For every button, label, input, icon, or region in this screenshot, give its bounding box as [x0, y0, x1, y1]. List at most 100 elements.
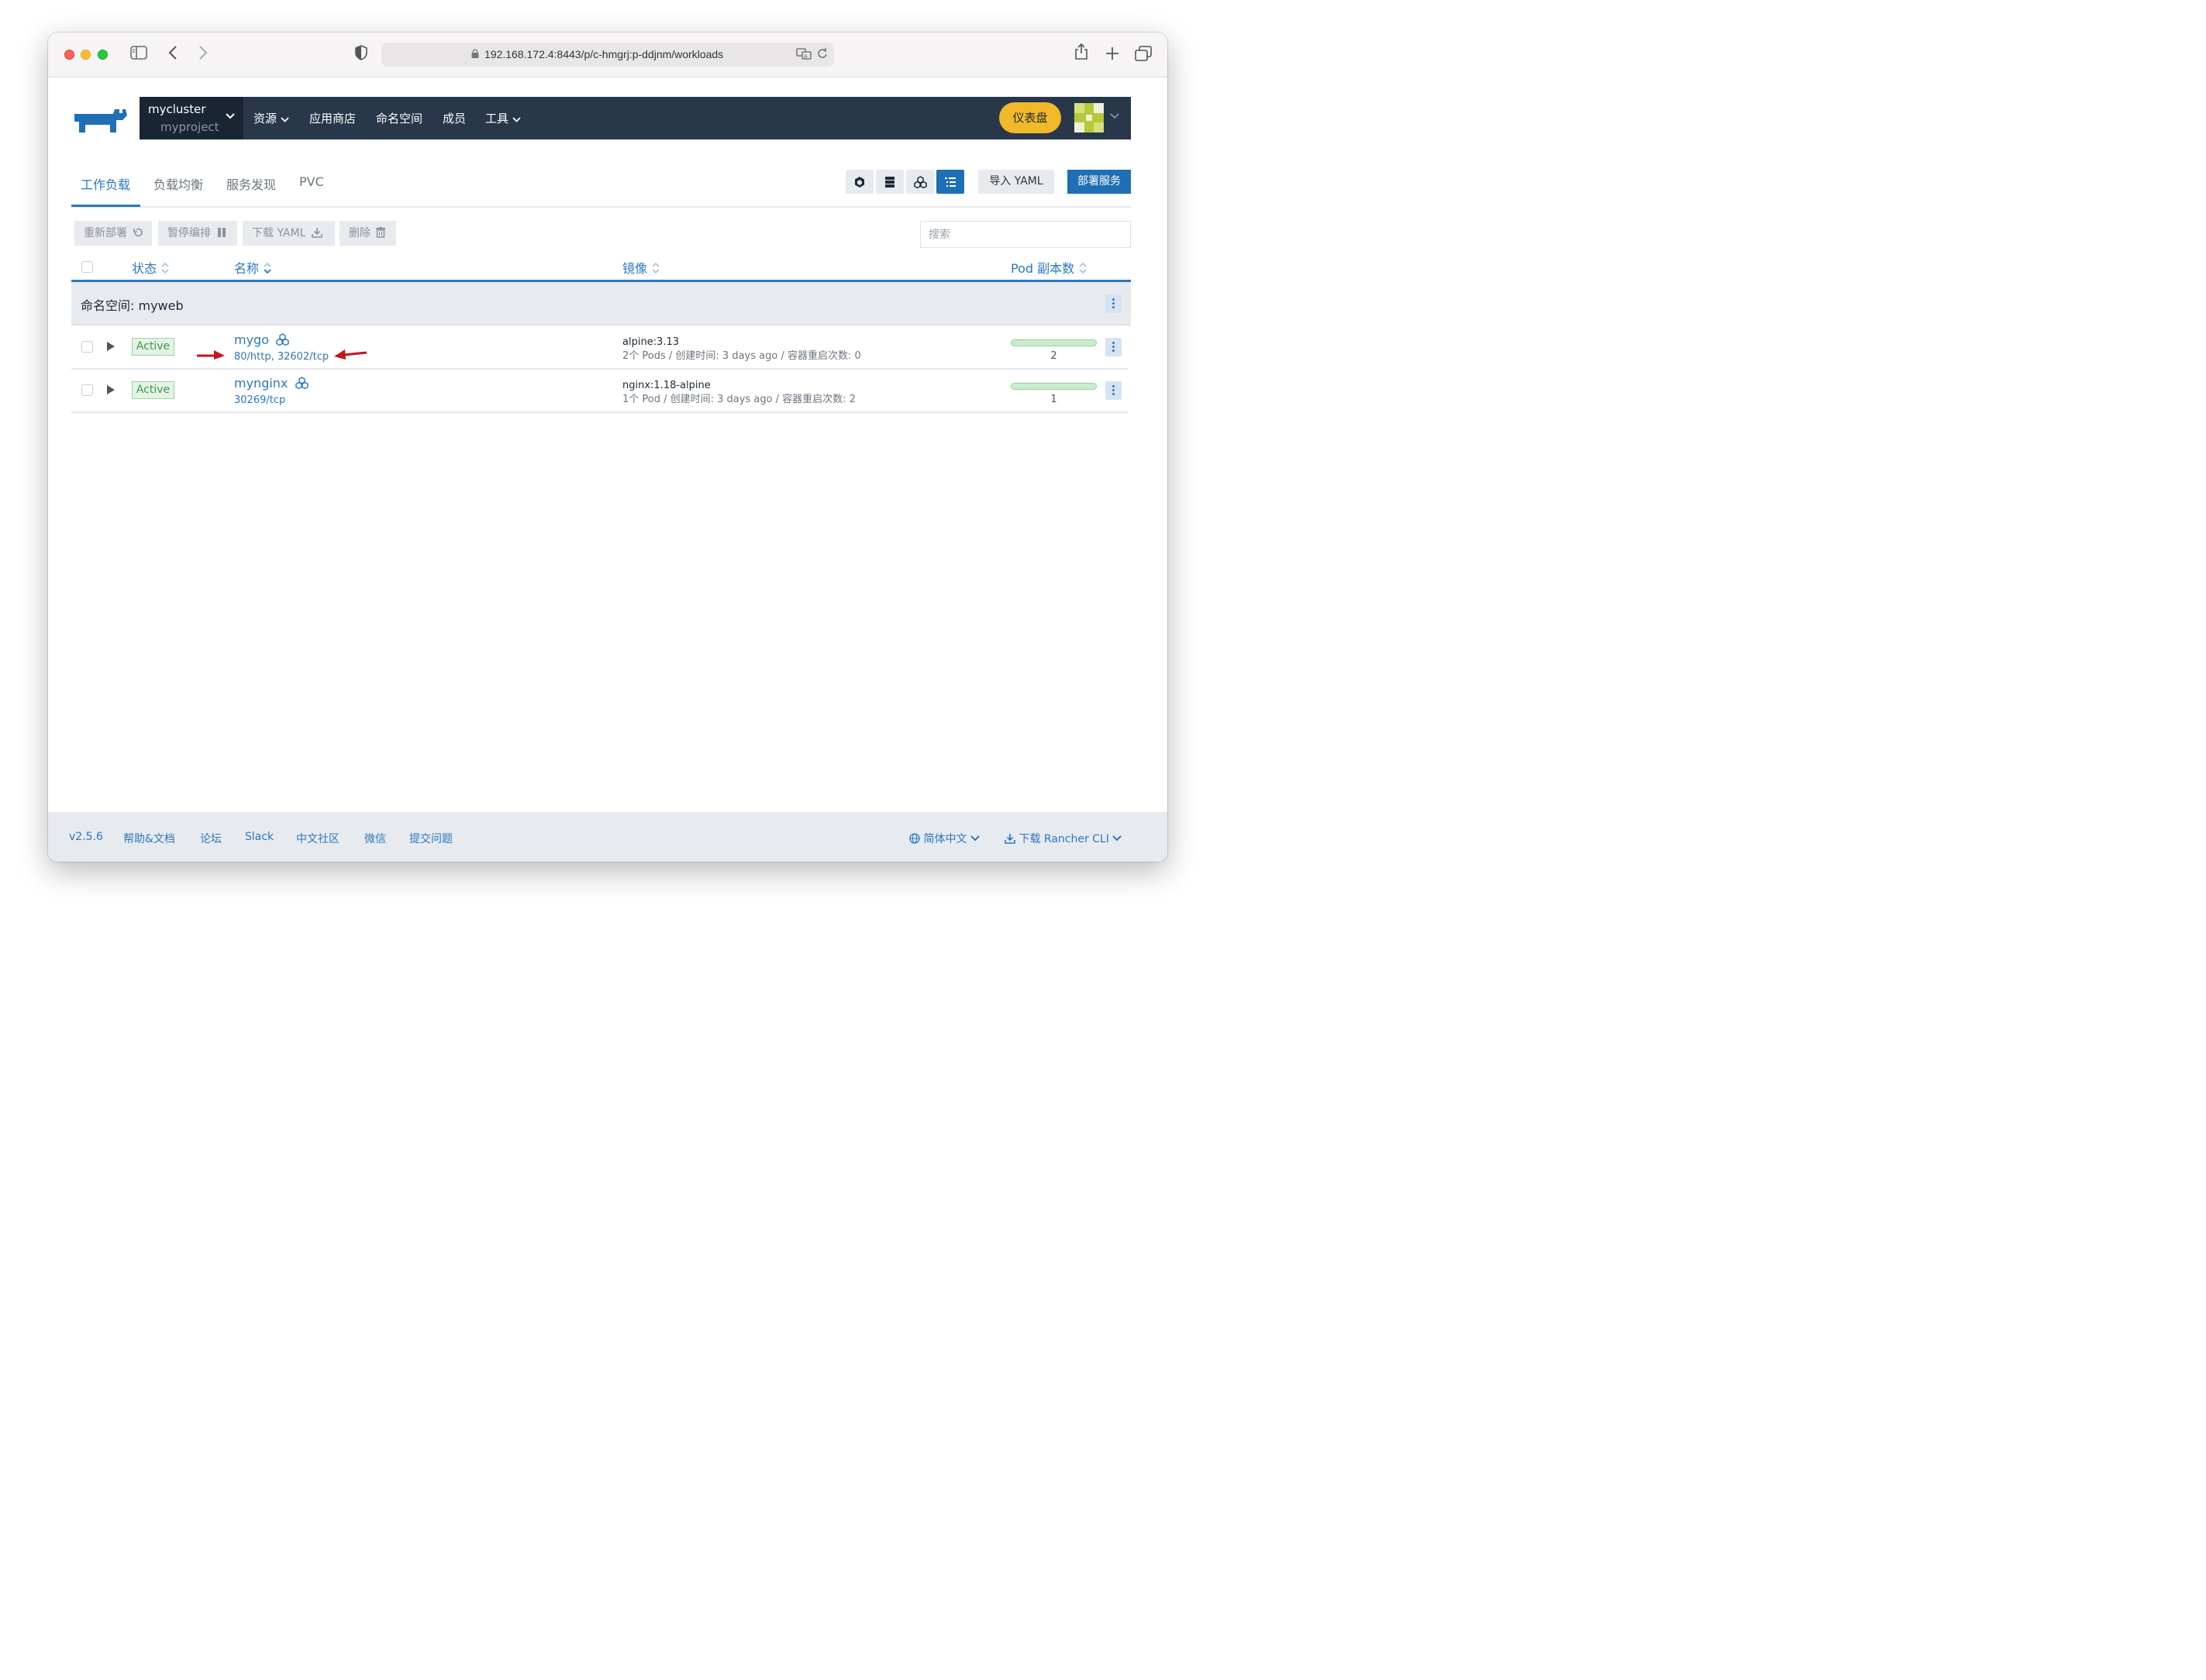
user-avatar[interactable]	[1074, 103, 1104, 133]
cube-icon	[855, 177, 864, 188]
namespace-group-label: 命名空间: myweb	[81, 298, 184, 313]
download-cli-label: 下载 Rancher CLI	[1019, 833, 1109, 845]
url-text: 192.168.172.4:8443/p/c-hmgrj:p-ddjnm/wor…	[484, 48, 724, 60]
chevron-down-icon	[970, 835, 980, 842]
close-window-button[interactable]	[64, 50, 74, 60]
workload-name-link[interactable]: mynginx	[234, 376, 308, 391]
minimize-window-button[interactable]	[81, 50, 91, 60]
download-icon	[1005, 834, 1015, 844]
expand-row-icon[interactable]	[107, 342, 115, 351]
forward-icon[interactable]	[198, 45, 209, 64]
zoom-window-button[interactable]	[98, 50, 108, 60]
workload-ports-link[interactable]: 80/http, 32602/tcp	[234, 351, 329, 363]
pause-label: 暂停编排	[167, 227, 211, 239]
footer-link-forum[interactable]: 论坛	[200, 831, 222, 846]
version-link[interactable]: v2.5.6	[69, 831, 103, 843]
download-yaml-button[interactable]: 下载 YAML	[243, 221, 335, 246]
nav-members[interactable]: 成员	[443, 110, 466, 126]
browser-window: 192.168.172.4:8443/p/c-hmgrj:p-ddjnm/wor…	[48, 33, 1167, 862]
footer-link-community[interactable]: 中文社区	[296, 831, 340, 846]
workload-ports-link[interactable]: 30269/tcp	[234, 394, 285, 406]
expand-row-icon[interactable]	[107, 385, 115, 394]
share-icon[interactable]	[1074, 43, 1088, 64]
rancher-logo[interactable]	[71, 105, 130, 136]
tab-load-balancing[interactable]: 负载均衡	[153, 174, 203, 193]
table-row: Active mynginx 30269/tcp nginx:1.18-alpi…	[71, 370, 1128, 413]
pod-count: 2	[1050, 350, 1057, 362]
globe-icon	[909, 833, 920, 844]
row-checkbox[interactable]	[81, 341, 93, 353]
language-selector[interactable]: 简体中文	[909, 831, 980, 846]
row-actions-menu[interactable]	[1105, 381, 1122, 400]
screenshot-stage: 192.168.172.4:8443/p/c-hmgrj:p-ddjnm/wor…	[0, 0, 1215, 925]
address-bar[interactable]: 192.168.172.4:8443/p/c-hmgrj:p-ddjnm/wor…	[381, 43, 834, 67]
column-header-image[interactable]: 镜像	[622, 258, 660, 277]
tab-workloads[interactable]: 工作负载	[81, 174, 130, 193]
sort-icon	[161, 262, 169, 277]
footer-link-help-docs[interactable]: 帮助&文档	[123, 831, 175, 846]
nav-resources[interactable]: 资源	[253, 110, 289, 126]
translate-icon[interactable]: A	[796, 47, 812, 63]
row-actions-menu[interactable]	[1105, 338, 1122, 356]
chevron-down-icon	[281, 117, 289, 122]
table-row: Active mygo 80/http, 32602/tcp alpine:3.…	[71, 326, 1128, 370]
row-checkbox[interactable]	[81, 384, 93, 396]
reload-icon[interactable]	[817, 47, 828, 63]
dashboard-button[interactable]: 仪表盘	[999, 102, 1061, 133]
nav-tools[interactable]: 工具	[485, 110, 521, 126]
tab-pvc[interactable]: PVC	[299, 174, 324, 189]
chevron-down-icon[interactable]	[1110, 111, 1119, 122]
svg-text:A: A	[804, 53, 808, 60]
view-by-workload-button[interactable]	[906, 170, 934, 194]
view-list-button[interactable]	[876, 170, 904, 194]
delete-button[interactable]: 删除	[340, 221, 396, 246]
workload-name-link[interactable]: mygo	[234, 332, 289, 347]
annotation-arrow-left	[334, 349, 367, 360]
select-all-checkbox[interactable]	[81, 261, 93, 273]
language-label: 简体中文	[923, 833, 967, 845]
column-name-label: 名称	[234, 261, 260, 276]
download-icon	[312, 228, 322, 238]
cluster-project-switcher[interactable]: mycluster myproject	[140, 97, 243, 139]
download-cli-link[interactable]: 下载 Rancher CLI	[1005, 831, 1122, 846]
column-image-label: 镜像	[622, 261, 648, 276]
sidebar-toggle-icon[interactable]	[130, 45, 147, 64]
workload-name: mygo	[234, 332, 269, 347]
cubes-icon	[914, 176, 927, 188]
tab-service-discovery[interactable]: 服务发现	[226, 174, 276, 193]
column-pods-label: Pod 副本数	[1011, 261, 1075, 276]
cluster-name: mycluster	[148, 102, 206, 116]
namespace-group-row: 命名空间: myweb	[71, 282, 1131, 325]
status-badge: Active	[132, 338, 174, 356]
delete-label: 删除	[349, 227, 371, 239]
column-header-name[interactable]: 名称	[234, 258, 271, 277]
footer-link-slack[interactable]: Slack	[245, 831, 274, 843]
nav-namespaces[interactable]: 命名空间	[376, 110, 422, 126]
namespace-actions-menu[interactable]	[1105, 294, 1122, 313]
workload-meta: 2个 Pods / 创建时间: 3 days ago / 容器重启次数: 0	[622, 350, 861, 362]
redeploy-button[interactable]: 重新部署	[74, 221, 152, 246]
new-tab-icon[interactable]	[1105, 46, 1119, 64]
view-by-namespace-button[interactable]	[936, 170, 964, 194]
back-icon[interactable]	[167, 45, 178, 64]
tab-overview-icon[interactable]	[1135, 46, 1152, 65]
sort-descending-icon	[264, 262, 271, 277]
nav-resources-label: 资源	[253, 112, 277, 126]
footer-link-file-issue[interactable]: 提交问题	[409, 831, 453, 846]
undo-icon	[133, 228, 143, 237]
search-input[interactable]	[920, 221, 1131, 248]
cubes-icon	[295, 377, 308, 390]
footer-link-wechat[interactable]: 微信	[364, 831, 386, 846]
column-header-pod-replicas[interactable]: Pod 副本数	[1011, 258, 1087, 277]
view-by-node-button[interactable]	[846, 170, 874, 194]
list-icon	[945, 177, 956, 187]
import-yaml-button[interactable]: 导入 YAML	[978, 170, 1054, 194]
privacy-shield-icon[interactable]	[355, 45, 367, 64]
column-header-status[interactable]: 状态	[132, 258, 169, 277]
deploy-service-button[interactable]: 部署服务	[1067, 170, 1131, 194]
top-navbar: mycluster myproject 资源 应用商店 命名空间 成员 工具 仪…	[140, 97, 1131, 139]
chevron-down-icon	[512, 117, 521, 122]
sort-icon	[1079, 262, 1087, 277]
pause-orchestration-button[interactable]: 暂停编排	[158, 221, 237, 246]
nav-app-store[interactable]: 应用商店	[309, 110, 356, 126]
